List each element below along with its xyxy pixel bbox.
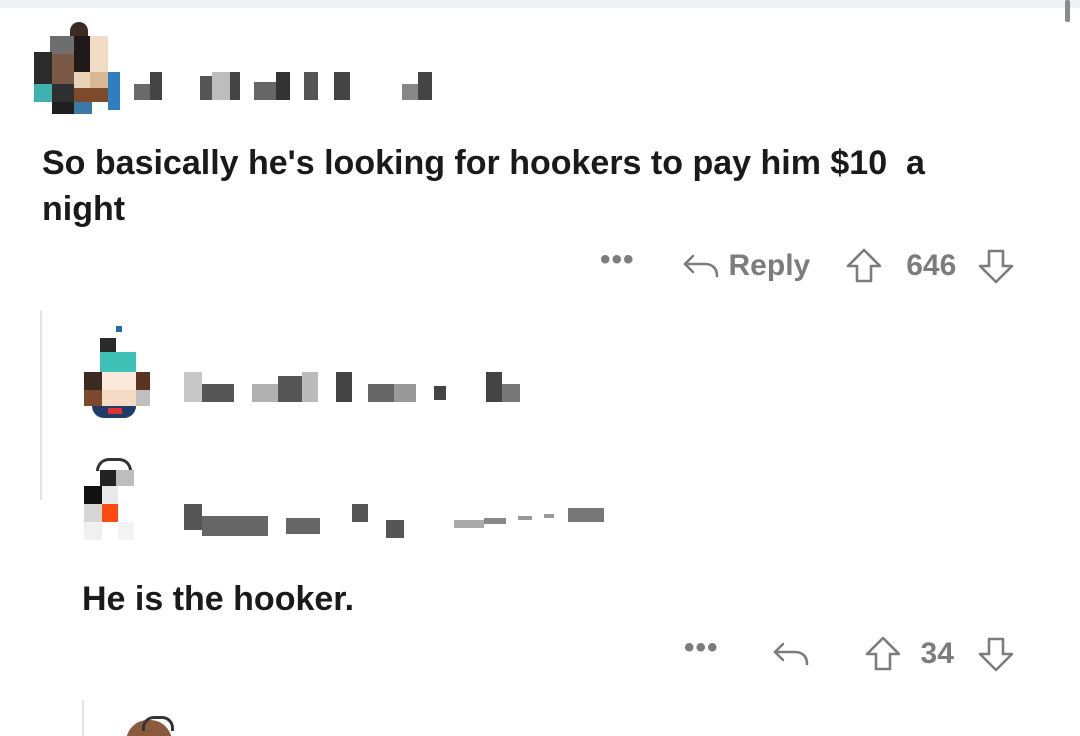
more-options-button[interactable]: ••• [600, 245, 635, 282]
thread-line[interactable] [82, 700, 84, 736]
reply-button[interactable]: Reply [681, 249, 811, 283]
username-obscured[interactable] [134, 70, 444, 104]
top-bar [0, 0, 1080, 8]
scrollbar-thumb[interactable] [1065, 0, 1070, 22]
avatar[interactable] [82, 456, 152, 556]
comment-actions: ••• 34 [684, 633, 1016, 674]
reply-arrow-icon [683, 254, 718, 278]
comment-actions: ••• Reply 646 [600, 245, 1016, 286]
thread-line[interactable] [40, 310, 42, 500]
vote-score: 34 [920, 637, 954, 670]
avatar[interactable] [120, 714, 180, 736]
reply-button[interactable] [771, 637, 811, 671]
vote-score: 646 [906, 249, 957, 282]
avatar[interactable] [80, 324, 152, 424]
upvote-arrow-icon[interactable] [844, 246, 884, 286]
upvote-arrow-icon[interactable] [863, 634, 903, 674]
username-obscured[interactable] [184, 370, 524, 406]
comment-body: He is the hooker. [82, 580, 355, 618]
downvote-arrow-icon[interactable] [976, 634, 1016, 674]
more-options-button[interactable]: ••• [684, 633, 719, 670]
reply-label: Reply [728, 249, 811, 282]
comment-body: So basically he's looking for hookers to… [42, 144, 925, 228]
reply-arrow-icon [773, 642, 808, 666]
username-obscured[interactable] [184, 500, 614, 544]
avatar[interactable] [32, 22, 122, 118]
downvote-arrow-icon[interactable] [976, 246, 1016, 286]
